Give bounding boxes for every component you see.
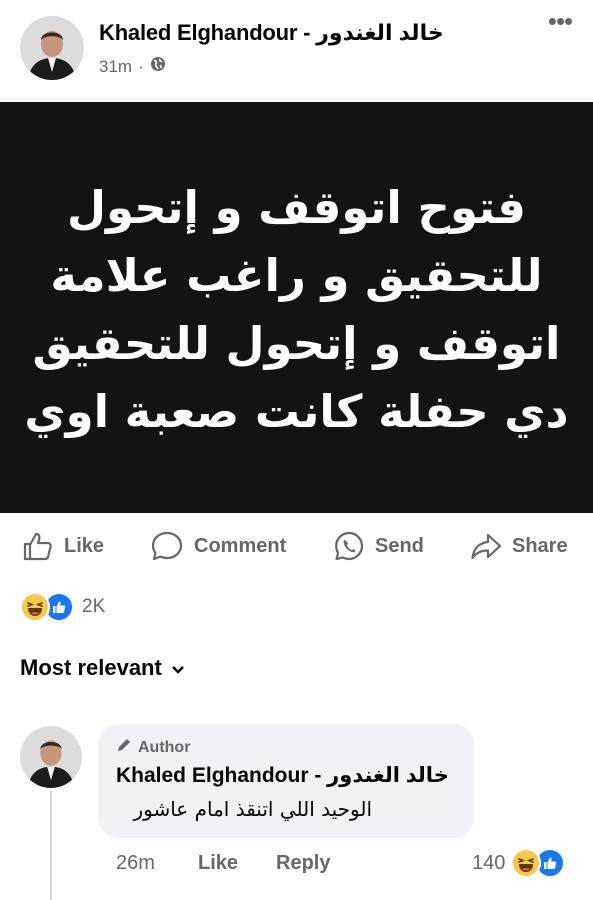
comment-author-name[interactable]: Khaled Elghandour - خالد الغندور xyxy=(116,763,449,788)
meta-separator: · xyxy=(138,56,144,76)
share-label: Share xyxy=(512,534,568,557)
post-meta: 31m · xyxy=(99,56,166,77)
chevron-down-icon xyxy=(171,655,184,681)
comment-icon xyxy=(150,530,184,562)
reaction-count: 2K xyxy=(82,596,106,617)
post-image[interactable]: فتوح اتوقف و إتحول للتحقيق و راغب علامة … xyxy=(0,102,593,513)
more-options-button[interactable]: ••• xyxy=(542,8,578,38)
sort-label: Most relevant xyxy=(20,655,162,680)
comment-reaction-count: 140 xyxy=(472,851,506,874)
post-time[interactable]: 31m xyxy=(99,57,132,77)
comment-reactions[interactable]: 140 xyxy=(472,848,566,878)
author-badge: Author xyxy=(116,737,190,758)
like-label: Like xyxy=(64,534,105,557)
comment-text-container: الوحيد اللي اتنقذ امام عاشور xyxy=(116,797,372,821)
thumbs-up-icon xyxy=(22,530,54,562)
like-button[interactable]: Like xyxy=(22,530,104,562)
reactions-summary[interactable]: 2K xyxy=(20,592,105,622)
globe-icon xyxy=(150,56,166,77)
post-image-text: فتوح اتوقف و إتحول للتحقيق و راغب علامة … xyxy=(24,180,569,438)
share-button[interactable]: Share xyxy=(470,530,568,562)
comment-time[interactable]: 26m xyxy=(116,852,155,875)
comment-reply-button[interactable]: Reply xyxy=(276,852,330,875)
comment-text: الوحيد اللي اتنقذ امام عاشور xyxy=(133,797,372,821)
send-button[interactable]: Send xyxy=(333,530,424,562)
post-author-avatar[interactable] xyxy=(20,16,84,80)
share-arrow-icon xyxy=(470,530,502,562)
comment-button[interactable]: Comment xyxy=(150,530,286,562)
pen-icon xyxy=(116,737,132,758)
author-badge-label: Author xyxy=(138,738,191,756)
haha-reaction-icon xyxy=(20,592,50,622)
thread-line xyxy=(50,790,52,900)
comment-author-avatar[interactable] xyxy=(20,726,82,788)
comment-like-button[interactable]: Like xyxy=(198,852,238,875)
comment-label: Comment xyxy=(194,534,287,557)
send-label: Send xyxy=(375,534,424,557)
whatsapp-icon xyxy=(333,530,365,562)
comments-sort-dropdown[interactable]: Most relevant xyxy=(20,655,184,681)
haha-reaction-icon xyxy=(511,848,542,878)
post-author-name[interactable]: Khaled Elghandour - خالد الغندور xyxy=(99,20,444,46)
